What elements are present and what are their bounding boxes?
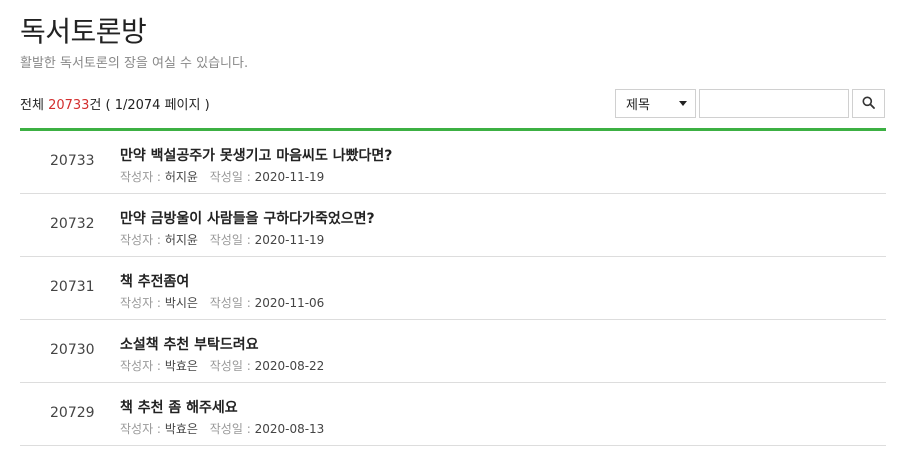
post-title-link[interactable]: 만약 백설공주가 못생기고 마음씨도 나빴다면?	[120, 145, 392, 165]
date-label: 작성일 :	[209, 422, 251, 436]
post-number: 20729	[50, 405, 95, 421]
post-meta: 작성자 : 허지윤 작성일 : 2020-11-19	[120, 168, 324, 185]
search-field-select[interactable]: 제목	[615, 89, 696, 118]
list-item[interactable]: 20729 책 추천 좀 해주세요 작성자 : 박효은 작성일 : 2020-0…	[20, 383, 886, 446]
post-author: 박효은	[164, 422, 198, 436]
date-label: 작성일 :	[209, 296, 251, 310]
post-meta: 작성자 : 박효은 작성일 : 2020-08-22	[120, 357, 324, 374]
page-title: 독서토론방	[20, 15, 147, 48]
post-date: 2020-11-19	[254, 233, 325, 247]
post-number: 20731	[50, 279, 95, 295]
date-label: 작성일 :	[209, 359, 251, 373]
total-count: 20733	[48, 98, 90, 113]
list-item[interactable]: 20731 책 추전좀여 작성자 : 박시은 작성일 : 2020-11-06	[20, 257, 886, 320]
list-item[interactable]: 20733 만약 백설공주가 못생기고 마음씨도 나빴다면? 작성자 : 허지윤…	[20, 131, 886, 194]
search-button[interactable]	[852, 89, 885, 118]
post-date: 2020-08-13	[254, 422, 325, 436]
post-date: 2020-11-06	[254, 296, 325, 310]
list-item[interactable]: 20730 소설책 추천 부탁드려요 작성자 : 박효은 작성일 : 2020-…	[20, 320, 886, 383]
date-label: 작성일 :	[209, 233, 251, 247]
post-count-summary: 전체 20733건 ( 1/2074 페이지 )	[20, 94, 210, 113]
list-item[interactable]: 20732 만약 금방울이 사람들을 구하다가죽었으면? 작성자 : 허지윤 작…	[20, 194, 886, 257]
post-author: 허지윤	[164, 170, 198, 184]
post-meta: 작성자 : 박시은 작성일 : 2020-11-06	[120, 294, 324, 311]
post-title-link[interactable]: 만약 금방울이 사람들을 구하다가죽었으면?	[120, 208, 375, 228]
author-label: 작성자 :	[120, 359, 161, 373]
summary-prefix: 전체	[20, 98, 49, 113]
author-label: 작성자 :	[120, 296, 161, 310]
search-icon	[862, 94, 875, 113]
post-number: 20733	[50, 153, 95, 169]
author-label: 작성자 :	[120, 422, 161, 436]
search-input[interactable]	[699, 89, 849, 118]
post-author: 박효은	[164, 359, 198, 373]
post-title-link[interactable]: 소설책 추천 부탁드려요	[120, 334, 259, 354]
date-label: 작성일 :	[209, 170, 251, 184]
caret-down-icon	[679, 101, 687, 106]
post-author: 허지윤	[164, 233, 198, 247]
post-title-link[interactable]: 책 추천 좀 해주세요	[120, 397, 238, 417]
post-list: 20733 만약 백설공주가 못생기고 마음씨도 나빴다면? 작성자 : 허지윤…	[20, 131, 886, 446]
page-subtitle: 활발한 독서토론의 장을 여실 수 있습니다.	[20, 56, 249, 71]
post-meta: 작성자 : 허지윤 작성일 : 2020-11-19	[120, 231, 324, 248]
summary-suffix: 건 ( 1/2074 페이지 )	[89, 98, 210, 113]
post-title-link[interactable]: 책 추전좀여	[120, 271, 189, 291]
post-author: 박시은	[164, 296, 198, 310]
post-number: 20732	[50, 216, 95, 232]
author-label: 작성자 :	[120, 170, 161, 184]
post-meta: 작성자 : 박효은 작성일 : 2020-08-13	[120, 420, 324, 437]
search-field-selected-label: 제목	[626, 98, 650, 113]
post-number: 20730	[50, 342, 95, 358]
post-date: 2020-11-19	[254, 170, 325, 184]
post-date: 2020-08-22	[254, 359, 325, 373]
author-label: 작성자 :	[120, 233, 161, 247]
